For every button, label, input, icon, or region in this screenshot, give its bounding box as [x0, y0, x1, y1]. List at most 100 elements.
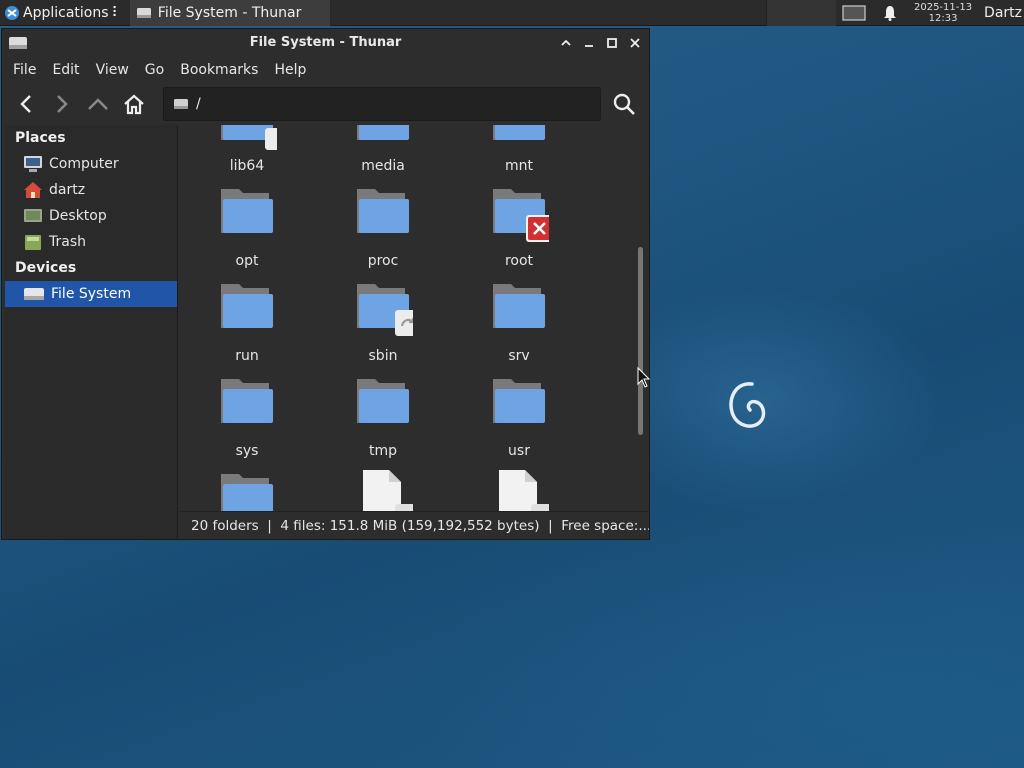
- folder-icon: [493, 379, 545, 423]
- close-button[interactable]: [626, 34, 643, 51]
- notifications-button[interactable]: [872, 0, 908, 26]
- file-label: lib64: [229, 158, 265, 174]
- home-icon: [124, 94, 144, 115]
- minimize-button[interactable]: [580, 34, 597, 51]
- sidebar-item-dartz[interactable]: dartz: [5, 177, 177, 203]
- file-label: proc: [367, 253, 399, 269]
- search-button[interactable]: [606, 87, 642, 121]
- applications-menu-button[interactable]: Applications ⠇: [0, 0, 126, 26]
- debian-swirl-logo: [729, 382, 766, 428]
- folder-icon: [221, 379, 273, 423]
- file-item-opt[interactable]: opt: [179, 185, 315, 280]
- chevron-up-icon: [560, 39, 571, 46]
- menu-bar: File Edit View Go Bookmarks Help: [2, 57, 649, 83]
- toolbar: /: [2, 83, 649, 125]
- file-label: opt: [235, 253, 259, 269]
- folder-link-icon: [221, 125, 277, 150]
- menu-help[interactable]: Help: [266, 62, 314, 78]
- computer-icon: [24, 156, 42, 172]
- clock[interactable]: 2025-11-13 12:33: [908, 2, 978, 24]
- vertical-scrollbar[interactable]: [638, 247, 643, 435]
- user-menu[interactable]: Dartz: [978, 5, 1024, 21]
- file-item-lib64[interactable]: lib64: [179, 125, 315, 185]
- file-label: run: [235, 348, 259, 364]
- file-view[interactable]: lib64 media mnt opt proc root run sbin s…: [179, 125, 649, 511]
- clock-time: 12:33: [928, 12, 958, 24]
- folder-icon: [493, 284, 545, 328]
- forward-button[interactable]: [44, 86, 80, 122]
- status-text: 20 folders | 4 files: 151.8 MiB (159,192…: [191, 517, 649, 534]
- sidebar-item-label: File System: [51, 286, 132, 302]
- bell-icon: [884, 5, 897, 21]
- trash-icon: [25, 235, 41, 250]
- file-label: sbin: [368, 348, 398, 364]
- back-button[interactable]: [8, 86, 44, 122]
- folder-icon: [221, 189, 273, 233]
- folder-icon: [357, 189, 409, 233]
- sidebar-item-label: Computer: [49, 156, 119, 172]
- maximize-button[interactable]: [603, 34, 620, 51]
- close-icon: [629, 37, 640, 48]
- status-bar: 20 folders | 4 files: 151.8 MiB (159,192…: [179, 511, 649, 539]
- file-item-document[interactable]: [315, 470, 451, 511]
- arrow-right-icon: [57, 95, 68, 113]
- sidebar-item-desktop[interactable]: Desktop: [5, 203, 177, 229]
- file-label: root: [504, 253, 534, 269]
- file-item-mnt[interactable]: mnt: [451, 125, 587, 185]
- maximize-icon: [606, 37, 617, 48]
- file-link-icon: [499, 470, 549, 511]
- folder-icon: [221, 474, 273, 511]
- file-item-root[interactable]: root: [451, 185, 587, 280]
- devices-header: Devices: [15, 260, 77, 276]
- file-item-usr[interactable]: usr: [451, 375, 587, 470]
- menu-view[interactable]: View: [88, 62, 137, 78]
- workspace-icon: [842, 4, 866, 21]
- sidebar-item-label: dartz: [49, 182, 86, 198]
- file-item-sys[interactable]: sys: [179, 375, 315, 470]
- file-item-srv[interactable]: srv: [451, 280, 587, 375]
- sidebar-item-trash[interactable]: Trash: [5, 229, 177, 255]
- home-folder-icon: [24, 182, 42, 198]
- workspace-switcher[interactable]: [836, 0, 872, 26]
- file-label: mnt: [505, 158, 533, 174]
- file-item-document[interactable]: [451, 470, 587, 511]
- file-item-run[interactable]: run: [179, 280, 315, 375]
- location-bar[interactable]: /: [163, 87, 601, 121]
- xfce-logo-icon: [5, 5, 19, 20]
- side-pane: Places Computer dartz Desktop Trash Devi…: [5, 125, 178, 539]
- menu-separator-icon: ⠇: [111, 4, 122, 21]
- thunar-window: File System - Thunar File Edit View Go B…: [1, 28, 650, 540]
- folder-icon: [357, 125, 409, 140]
- menu-go[interactable]: Go: [137, 62, 172, 78]
- sidebar-item-computer[interactable]: Computer: [5, 151, 177, 177]
- workspace-area[interactable]: [766, 0, 837, 26]
- arrow-up-icon: [88, 98, 108, 110]
- top-panel: Applications ⠇ File System - Thunar 2025…: [0, 0, 1024, 26]
- drive-icon: [136, 7, 151, 18]
- window-titlebar[interactable]: File System - Thunar: [2, 29, 649, 57]
- file-link-icon: [363, 470, 413, 511]
- menu-edit[interactable]: Edit: [44, 62, 87, 78]
- shade-button[interactable]: [557, 34, 574, 51]
- folder-link-icon: [357, 284, 413, 336]
- file-item-proc[interactable]: proc: [315, 185, 451, 280]
- file-item-sbin[interactable]: sbin: [315, 280, 451, 375]
- menu-file[interactable]: File: [5, 62, 44, 78]
- applications-label: Applications: [23, 4, 109, 21]
- folder-icon: [493, 125, 545, 140]
- menu-bookmarks[interactable]: Bookmarks: [172, 62, 266, 78]
- file-item-media[interactable]: media: [315, 125, 451, 185]
- file-label: srv: [508, 348, 530, 364]
- sidebar-item-file-system[interactable]: File System: [5, 281, 177, 307]
- up-button[interactable]: [80, 86, 116, 122]
- file-item-folder[interactable]: [179, 470, 315, 511]
- minimize-icon: [584, 44, 593, 47]
- drive-icon: [24, 288, 44, 300]
- file-item-tmp[interactable]: tmp: [315, 375, 451, 470]
- search-icon: [613, 93, 635, 115]
- taskbar-item-thunar[interactable]: File System - Thunar: [129, 0, 330, 26]
- home-button[interactable]: [116, 86, 152, 122]
- sidebar-item-label: Desktop: [49, 208, 107, 224]
- drive-icon: [174, 99, 188, 109]
- folder-icon: [357, 379, 409, 423]
